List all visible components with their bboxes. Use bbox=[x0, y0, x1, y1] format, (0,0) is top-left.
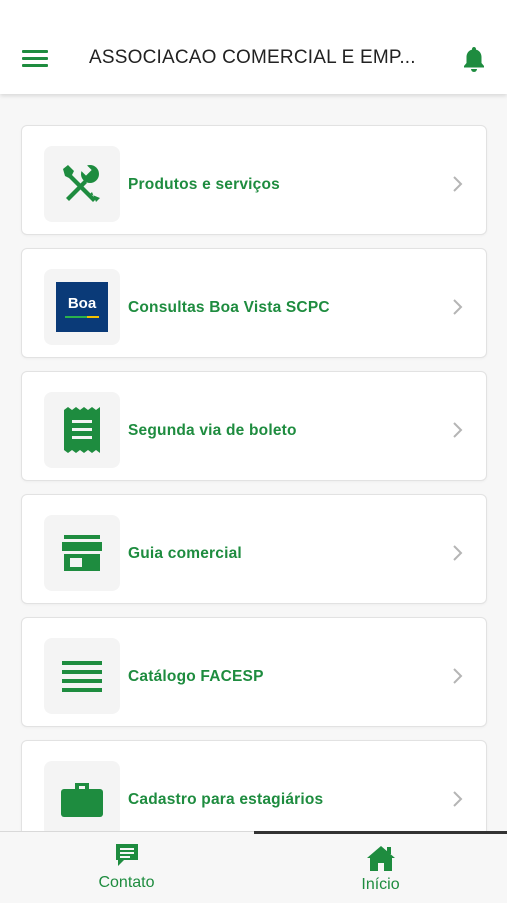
app-header: ASSOCIACAO COMERCIAL E EMP... bbox=[0, 0, 507, 94]
chevron-right-icon bbox=[453, 668, 463, 684]
menu-list: Produtos e serviços Boa Consultas Boa Vi… bbox=[21, 125, 487, 863]
boa-vista-logo: Boa bbox=[56, 282, 108, 332]
menu-item-segunda-via-boleto[interactable]: Segunda via de boleto bbox=[21, 371, 487, 481]
tab-label: Início bbox=[361, 876, 400, 893]
menu-item-label: Guia comercial bbox=[128, 545, 242, 562]
bell-icon[interactable] bbox=[461, 45, 487, 73]
home-icon bbox=[366, 846, 395, 871]
menu-item-label: Segunda via de boleto bbox=[128, 422, 297, 439]
chevron-right-icon bbox=[453, 791, 463, 807]
chevron-right-icon bbox=[453, 299, 463, 315]
menu-item-label: Consultas Boa Vista SCPC bbox=[128, 299, 330, 316]
boa-logo-text: Boa bbox=[67, 295, 97, 312]
icon-container bbox=[44, 146, 120, 222]
tab-label: Contato bbox=[98, 874, 155, 891]
icon-container bbox=[44, 515, 120, 591]
store-icon bbox=[62, 535, 102, 571]
menu-item-guia-comercial[interactable]: Guia comercial bbox=[21, 494, 487, 604]
page-title: ASSOCIACAO COMERCIAL E EMP... bbox=[89, 47, 416, 68]
icon-container bbox=[44, 761, 120, 837]
receipt-icon bbox=[64, 407, 100, 453]
menu-item-label: Catálogo FACESP bbox=[128, 668, 264, 685]
menu-item-label: Produtos e serviços bbox=[128, 176, 280, 193]
chat-icon bbox=[115, 844, 138, 866]
icon-container bbox=[44, 638, 120, 714]
menu-item-consultas-boa-vista[interactable]: Boa Consultas Boa Vista SCPC bbox=[21, 248, 487, 358]
icon-container: Boa bbox=[44, 269, 120, 345]
hamburger-menu-icon[interactable] bbox=[22, 48, 50, 72]
tools-icon bbox=[63, 164, 100, 202]
briefcase-icon bbox=[61, 783, 103, 817]
menu-item-produtos-servicos[interactable]: Produtos e serviços bbox=[21, 125, 487, 235]
tab-inicio[interactable]: Início bbox=[254, 831, 507, 903]
icon-container bbox=[44, 392, 120, 468]
chevron-right-icon bbox=[453, 422, 463, 438]
list-lines-icon bbox=[62, 661, 102, 692]
bottom-tab-bar: Contato Início bbox=[0, 831, 507, 901]
tab-contato[interactable]: Contato bbox=[0, 832, 253, 901]
menu-item-label: Cadastro para estagiários bbox=[128, 791, 324, 808]
chevron-right-icon bbox=[453, 545, 463, 561]
chevron-right-icon bbox=[453, 176, 463, 192]
logo-stripe bbox=[65, 316, 99, 318]
menu-item-catalogo-facesp[interactable]: Catálogo FACESP bbox=[21, 617, 487, 727]
